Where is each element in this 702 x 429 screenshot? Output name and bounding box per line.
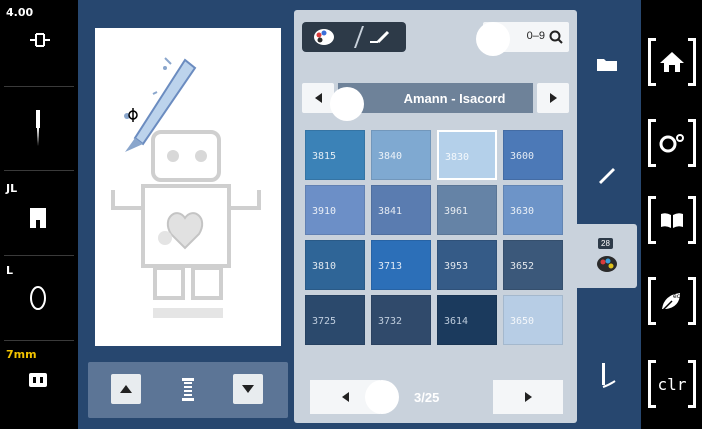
color-swatch[interactable]: 3652	[503, 240, 563, 290]
arrow-left-icon	[341, 392, 349, 402]
folder-icon	[597, 59, 617, 71]
tutorial-button[interactable]	[648, 196, 696, 244]
hoop-size-label: 7mm	[6, 348, 37, 361]
embroidery-screen: 4.00 JL L 7mm 0–9 Amann - Isacord 3815 3…	[0, 0, 702, 429]
hoop-icon[interactable]	[26, 370, 50, 390]
move-down-button[interactable]	[233, 374, 263, 404]
arrow-right-icon	[549, 93, 557, 103]
position-cursor-icon	[128, 108, 138, 122]
setup-button[interactable]	[648, 119, 696, 167]
side-tab-column: 28	[577, 10, 637, 423]
arrow-left-icon	[314, 93, 322, 103]
presser-foot-pressure-icon[interactable]	[26, 28, 54, 52]
color-swatch[interactable]: 3840	[371, 130, 431, 180]
book-icon	[661, 213, 683, 228]
color-palette-tab-icon[interactable]	[312, 27, 338, 47]
tab-edit[interactable]	[577, 142, 637, 206]
color-swatch[interactable]: 3650	[503, 295, 563, 345]
color-swatch[interactable]: 3600	[503, 130, 563, 180]
color-palette-icon	[597, 256, 617, 272]
search-label: 0–9	[526, 30, 545, 42]
presser-foot-icon[interactable]	[26, 204, 50, 232]
color-swatch[interactable]: 3725	[305, 295, 365, 345]
color-count-badge: 28	[598, 238, 613, 249]
settings-gear-icon	[659, 134, 684, 153]
thread-spool-icon	[182, 378, 194, 401]
arrow-down-icon	[242, 385, 254, 393]
picker-toolbar: 0–9	[302, 18, 569, 56]
page-navigation: 3/25	[310, 380, 563, 414]
color-swatch[interactable]: 3614	[437, 295, 497, 345]
clear-label: clr	[657, 374, 687, 394]
brand-next-button[interactable]	[537, 83, 569, 113]
color-swatch[interactable]: 3810	[305, 240, 365, 290]
arrow-up-icon	[120, 385, 132, 393]
touch-indicator	[330, 87, 364, 121]
tab-stitch[interactable]	[577, 344, 637, 408]
brand-prev-button[interactable]	[302, 83, 334, 113]
color-swatch[interactable]: 3713	[371, 240, 431, 290]
stitch-plate-label: L	[6, 264, 14, 277]
pencil-tab-icon[interactable]	[366, 28, 392, 46]
tab-colors[interactable]: 28	[577, 224, 637, 288]
color-swatch[interactable]: 3630	[503, 185, 563, 235]
move-arrows-bar	[88, 362, 288, 418]
stitch-width-value: 4.00	[6, 6, 34, 19]
tab-folder[interactable]	[577, 32, 637, 96]
robot-design-image	[111, 57, 261, 318]
touch-indicator	[476, 22, 510, 56]
clear-button[interactable]: clr	[648, 360, 696, 408]
right-system-column: eco clr	[641, 0, 702, 429]
home-button[interactable]	[648, 38, 696, 86]
page-next-button[interactable]	[493, 380, 563, 414]
color-swatch[interactable]: 3961	[437, 185, 497, 235]
arrow-right-icon	[524, 392, 532, 402]
design-preview[interactable]	[95, 28, 281, 346]
color-swatch[interactable]: 3953	[437, 240, 497, 290]
home-icon	[660, 52, 684, 72]
needle-thread-icon	[602, 363, 616, 388]
color-swatch[interactable]: 3910	[305, 185, 365, 235]
color-swatch[interactable]: 3732	[371, 295, 431, 345]
svg-text:eco: eco	[673, 293, 684, 300]
brand-name: Amann - Isacord	[338, 83, 533, 113]
color-swatch[interactable]: 3841	[371, 185, 431, 235]
stitch-plate-icon[interactable]	[26, 284, 50, 312]
eco-leaf-icon: eco	[661, 293, 684, 312]
color-mode-tabs	[302, 22, 406, 52]
left-status-column: 4.00 JL L 7mm	[0, 0, 78, 429]
color-swatch-selected[interactable]: 3830	[437, 130, 497, 180]
color-picker-panel: 0–9 Amann - Isacord 3815 3840 3830 3600 …	[294, 10, 577, 423]
color-swatch[interactable]: 3815	[305, 130, 365, 180]
color-swatch-grid: 3815 3840 3830 3600 3910 3841 3961 3630 …	[305, 130, 567, 352]
search-icon	[549, 30, 563, 44]
eco-button[interactable]: eco	[648, 277, 696, 325]
touch-indicator	[365, 380, 399, 414]
pencil-icon	[599, 168, 615, 184]
needle-icon[interactable]	[26, 108, 50, 148]
page-indicator: 3/25	[414, 390, 440, 405]
presser-foot-label: JL	[6, 182, 18, 195]
move-up-button[interactable]	[111, 374, 141, 404]
